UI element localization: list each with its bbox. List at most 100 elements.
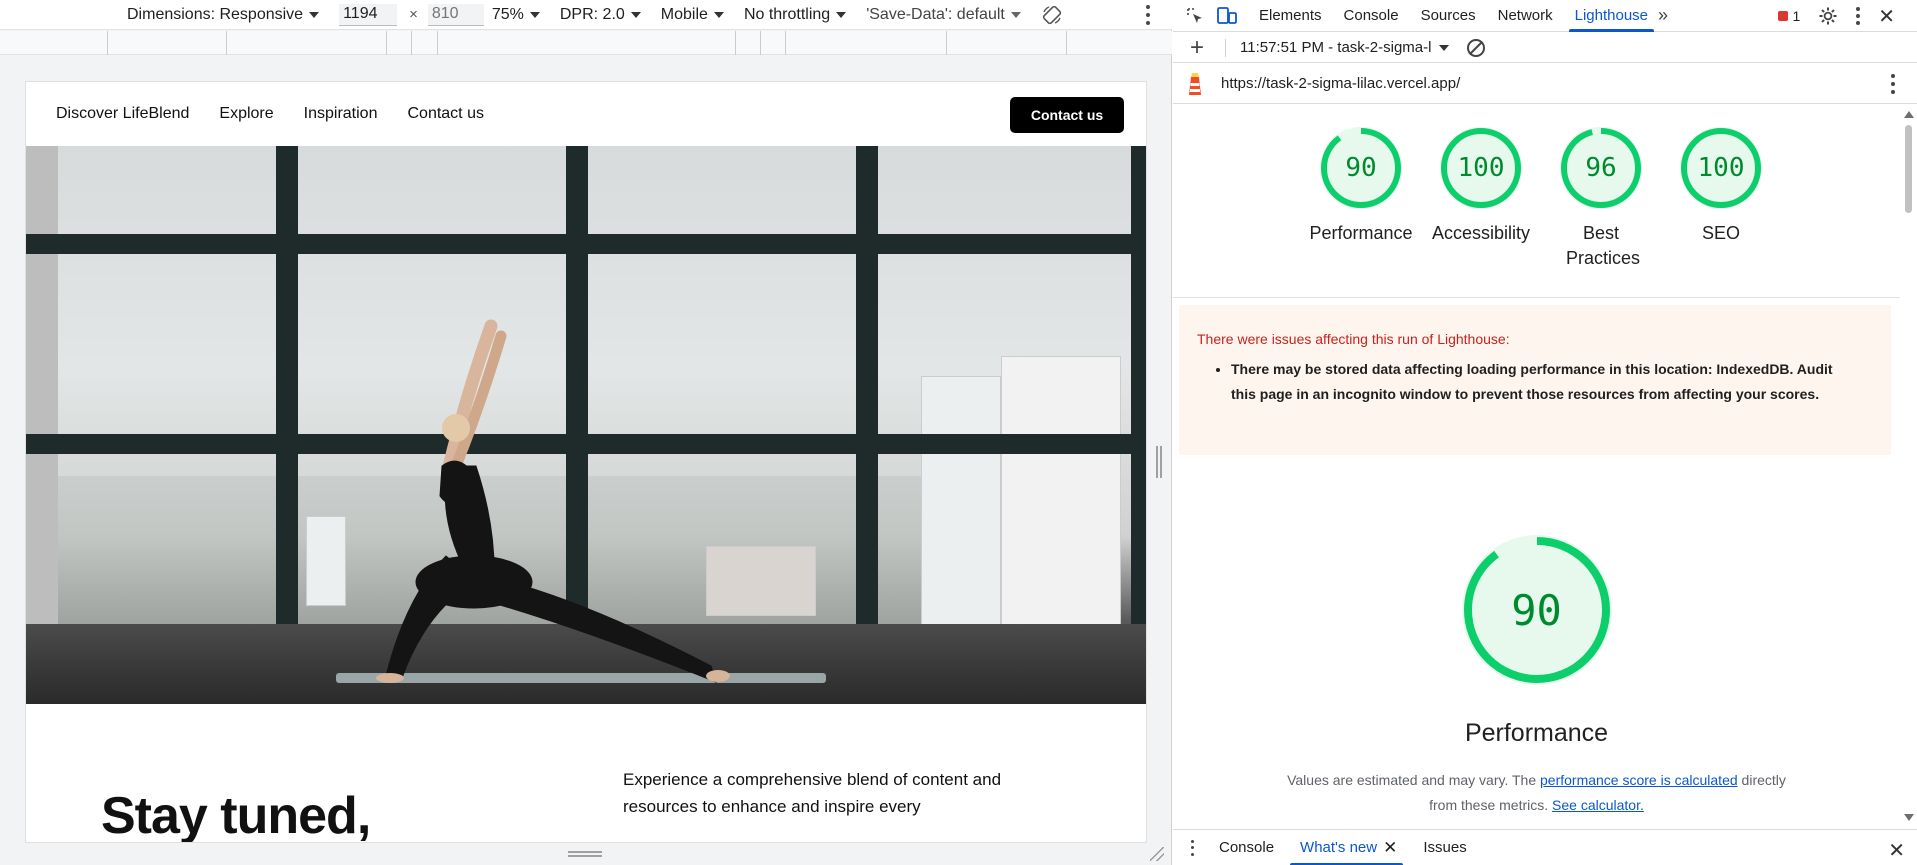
note-text: Values are estimated and may vary. The — [1287, 772, 1540, 788]
score-gauge: 96 — [1560, 127, 1642, 209]
report-scrollbar[interactable] — [1900, 105, 1917, 829]
dimension-inputs: × — [339, 3, 484, 26]
nav-link-explore[interactable]: Explore — [219, 105, 273, 123]
score-performance[interactable]: 90 Performance — [1301, 127, 1421, 271]
drawer-tab-label: What's new — [1300, 839, 1378, 856]
close-drawer-icon[interactable]: ✕ — [1888, 838, 1905, 863]
throttling-dropdown[interactable]: No throttling — [744, 6, 847, 24]
chevron-down-icon — [1010, 11, 1021, 18]
score-best-practices[interactable]: 96 Best Practices — [1541, 127, 1661, 271]
dpr-label: DPR: 2.0 — [559, 5, 625, 23]
tab-elements[interactable]: Elements — [1259, 0, 1322, 32]
see-calculator-link[interactable]: See calculator. — [1552, 797, 1644, 813]
score-gauge: 90 — [1320, 127, 1402, 209]
scroll-up-icon[interactable] — [1904, 111, 1914, 118]
chevron-down-icon — [309, 11, 320, 18]
emulated-page: Discover LifeBlend Explore Inspiration C… — [26, 82, 1146, 842]
close-tab-icon[interactable]: ✕ — [1383, 838, 1397, 858]
width-input[interactable] — [339, 3, 398, 26]
intro-section: Stay tuned, Experience a comprehensive b… — [26, 704, 1146, 842]
device-toggle-icon — [1217, 6, 1237, 24]
lighthouse-toolbar: + 11:57:51 PM - task-2-sigma-l — [1173, 33, 1917, 63]
drawer-tab-whats-new[interactable]: What's new ✕ — [1290, 830, 1404, 865]
report-selector-label: 11:57:51 PM - task-2-sigma-l — [1240, 39, 1432, 56]
run-warnings: There were issues affecting this run of … — [1179, 305, 1891, 455]
zoom-dropdown[interactable]: 75% — [492, 6, 540, 24]
error-icon — [1778, 11, 1789, 21]
score-accessibility[interactable]: 100 Accessibility — [1421, 127, 1541, 271]
customize-devtools-icon[interactable] — [1856, 7, 1861, 25]
dimensions-label: Dimensions: Responsive — [127, 5, 304, 23]
zoom-label: 75% — [491, 5, 524, 23]
devtools-panel: Elements Console Sources Network Lightho… — [1173, 0, 1917, 865]
performance-note: Values are estimated and may vary. The p… — [1277, 768, 1797, 818]
drawer-menu-icon[interactable] — [1191, 839, 1195, 856]
drawer-tabbar: Console What's new ✕ Issues ✕ — [1173, 829, 1917, 865]
tab-console[interactable]: Console — [1344, 0, 1399, 32]
headline: Stay tuned, — [101, 787, 371, 842]
intro-text: Experience a comprehensive blend of cont… — [623, 770, 1002, 816]
resize-handle-corner[interactable] — [1150, 847, 1164, 861]
score-calculated-link[interactable]: performance score is calculated — [1540, 772, 1738, 788]
chevron-down-icon — [529, 11, 540, 18]
performance-score: 90 — [1511, 585, 1562, 635]
height-input[interactable] — [427, 3, 484, 26]
dimensions-dropdown[interactable]: Dimensions: Responsive — [127, 5, 320, 24]
score-label: Best Practices — [1566, 223, 1641, 268]
resize-handle-right[interactable] — [1156, 446, 1162, 478]
more-options-icon[interactable] — [1146, 5, 1150, 25]
devtools-tabbar: Elements Console Sources Network Lightho… — [1173, 0, 1917, 32]
score-label: Performance — [1309, 223, 1413, 243]
new-report-button[interactable]: + — [1185, 35, 1209, 60]
nav-link-discover[interactable]: Discover LifeBlend — [56, 105, 189, 123]
score-gauge: 100 — [1680, 127, 1762, 209]
close-devtools-icon[interactable]: ✕ — [1878, 4, 1895, 29]
scrollbar-thumb[interactable] — [1905, 125, 1912, 213]
error-count-badge[interactable]: 1 — [1778, 8, 1800, 24]
hero-image — [26, 146, 1146, 704]
chevron-down-icon — [713, 11, 724, 18]
contact-us-button[interactable]: Contact us — [1010, 97, 1124, 133]
inspect-icon — [1187, 7, 1202, 23]
device-toolbar-toggle[interactable] — [1217, 6, 1237, 26]
lighthouse-logo-icon — [1189, 72, 1201, 95]
save-data-dropdown[interactable]: 'Save-Data': default — [866, 6, 1021, 24]
tab-sources[interactable]: Sources — [1421, 0, 1476, 32]
score-summary: 90 Performance 100 Accessibility 96 Best… — [1301, 127, 1781, 271]
performance-gauge: 90 — [1461, 535, 1612, 685]
score-seo[interactable]: 100 SEO — [1661, 127, 1781, 271]
rotate-icon — [1042, 5, 1062, 24]
device-type-dropdown[interactable]: Mobile — [661, 6, 724, 24]
drawer-tab-label: Console — [1219, 839, 1275, 856]
chevron-down-icon — [836, 11, 847, 18]
score-label: SEO — [1701, 223, 1740, 243]
score-value: 90 — [1345, 153, 1377, 183]
report-menu-icon[interactable] — [1891, 74, 1895, 94]
drawer-tab-console[interactable]: Console — [1219, 830, 1274, 865]
resize-handle-bottom[interactable] — [568, 851, 602, 857]
score-value: 96 — [1585, 153, 1617, 183]
inspect-element-button[interactable] — [1185, 6, 1205, 26]
score-gauge: 100 — [1440, 127, 1522, 209]
device-emulation-pane: Dimensions: Responsive × 75% DPR: 2.0 Mo… — [0, 0, 1172, 865]
report-selector[interactable]: 11:57:51 PM - task-2-sigma-l — [1240, 39, 1450, 56]
save-data-label: 'Save-Data': default — [866, 5, 1005, 23]
more-tabs-icon[interactable]: » — [1658, 5, 1668, 26]
report-url-bar: https://task-2-sigma-lilac.vercel.app/ — [1173, 64, 1917, 104]
tab-lighthouse[interactable]: Lighthouse — [1568, 0, 1655, 32]
settings-gear-icon[interactable] — [1818, 6, 1838, 26]
tab-network[interactable]: Network — [1498, 0, 1553, 32]
warning-list: There may be stored data affecting loadi… — [1231, 357, 1861, 407]
scroll-down-icon[interactable] — [1904, 814, 1914, 821]
times-icon: × — [409, 6, 418, 23]
devtools-tabbar-actions: 1 ✕ — [1778, 0, 1917, 32]
drawer-tab-issues[interactable]: Issues — [1423, 830, 1466, 865]
dpr-dropdown[interactable]: DPR: 2.0 — [560, 6, 641, 24]
warning-item: There may be stored data affecting loadi… — [1231, 357, 1861, 407]
nav-link-inspiration[interactable]: Inspiration — [304, 105, 378, 123]
clear-reports-icon[interactable] — [1467, 38, 1486, 57]
rotate-button[interactable] — [1041, 4, 1063, 26]
nav-link-contact[interactable]: Contact us — [407, 105, 483, 123]
warning-title: There were issues affecting this run of … — [1197, 331, 1510, 347]
media-query-ruler — [0, 31, 1172, 55]
